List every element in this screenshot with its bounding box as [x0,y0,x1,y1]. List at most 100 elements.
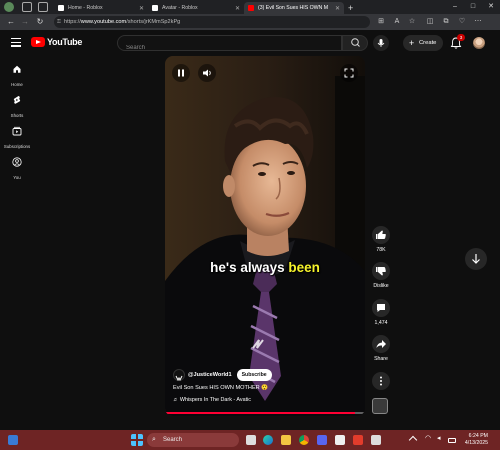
more-menu-icon[interactable]: ⋯ [473,17,483,27]
fullscreen-button[interactable] [340,64,358,82]
channel-avatar[interactable] [173,369,185,382]
channel-name[interactable]: @JusticeWorld1 [188,372,232,378]
pause-button[interactable] [172,64,190,82]
lock-icon: ⚿ [57,19,61,25]
thumbs-down-icon [376,267,386,276]
sound-thumbnail[interactable] [372,398,388,414]
widgets-icon[interactable] [8,435,18,445]
sidebar-item-label: You [13,175,21,180]
extensions-icon[interactable]: ⧉ [441,17,451,27]
youtube-play-icon [31,37,45,47]
install-app-icon[interactable]: ⊞ [376,17,386,27]
menu-icon[interactable] [11,38,21,47]
maximize-button[interactable]: □ [464,0,482,14]
create-button[interactable]: + Create [403,35,443,51]
video-frame [165,56,365,416]
reload-button[interactable]: ↻ [34,16,46,28]
roblox-icon[interactable] [353,435,363,445]
caption-highlight: been [288,260,320,275]
search-button[interactable] [342,35,368,51]
video-progress-bar[interactable] [165,412,365,414]
address-bar-row: ← → ↻ ⚿ https://www.youtube.com/shorts/j… [0,14,500,30]
close-tab-icon[interactable]: ✕ [139,5,144,12]
chrome-icon[interactable] [299,435,309,445]
wifi-icon[interactable]: ◠ [425,434,435,444]
caption-text: he's always [210,260,289,275]
plus-icon: + [409,38,415,48]
browser-tab-strip: Home - Roblox ✕ Avatar - Roblox ✕ (3) Ev… [0,0,500,14]
share-button[interactable]: Share [369,335,393,362]
roblox-favicon-icon [152,5,158,11]
sidebar-item-label: Home [11,82,23,87]
sidebar-item-home[interactable]: Home [0,61,34,87]
close-tab-icon[interactable]: ✕ [335,5,340,12]
youtube-logo[interactable]: YouTube [31,37,82,47]
tab-home-roblox[interactable]: Home - Roblox ✕ [54,2,148,14]
taskbar-clock[interactable]: 6:24 PM 4/13/2025 [458,433,488,447]
sidebar-item-subscriptions[interactable]: Subscriptions [0,123,34,149]
tab-youtube-short[interactable]: (3) Evil Son Sues HIS OWN M ✕ [244,2,344,14]
workspaces-icon[interactable] [22,2,32,12]
account-avatar[interactable] [473,37,485,49]
more-options-button[interactable] [369,372,393,390]
shorts-video-player[interactable]: he's always been @JusticeWorld1 Subscrib… [165,56,365,416]
tab-actions-icon[interactable] [38,2,48,12]
logo-text: YouTube [47,37,83,47]
music-track[interactable]: ♬ Whispers In The Dark - Avatic [173,397,251,403]
battery-icon[interactable] [448,438,456,443]
share-icon [376,340,386,348]
windows-taskbar: ⌕ Search ◠ ◂ 6:24 PM 4/13/2025 [0,430,500,450]
taskbar-search[interactable]: ⌕ Search [147,433,239,447]
collections-icon[interactable]: ♡ [457,17,467,27]
search-icon: ⌕ [152,436,156,443]
share-label: Share [374,356,388,362]
discord-icon[interactable] [317,435,327,445]
search-box [117,35,342,55]
volume-tray-icon[interactable]: ◂ [437,434,447,444]
taskbar-search-label: Search [163,437,183,443]
close-window-button[interactable]: ✕ [482,0,500,14]
sidebar-item-label: Shorts [10,113,24,118]
file-explorer-icon[interactable] [281,435,291,445]
video-title[interactable]: Evil Son Sues HIS OWN MOTHER 😲 [173,385,268,391]
dislike-circle [372,262,390,280]
tab-avatar-roblox[interactable]: Avatar - Roblox ✕ [148,2,244,14]
sidebar-item-label: Subscriptions [3,144,31,149]
sidebar-item-you[interactable]: You [0,154,34,180]
edge-browser-icon[interactable] [263,435,273,445]
task-view-icon[interactable] [246,435,256,445]
split-screen-icon[interactable]: ◫ [425,17,435,27]
start-button[interactable] [131,434,143,446]
read-aloud-icon[interactable]: A [392,17,402,27]
url-field[interactable]: ⚿ https://www.youtube.com/shorts/jrKMmSp… [54,16,370,28]
app-icon[interactable] [371,435,381,445]
comments-button[interactable]: 1,474 [369,299,393,326]
volume-button[interactable] [198,64,216,82]
more-vertical-icon [380,376,382,386]
subscribe-button[interactable]: Subscribe [236,369,272,381]
sidebar-item-shorts[interactable]: Shorts [0,92,34,118]
next-video-button[interactable] [465,248,487,270]
profile-icon[interactable] [4,2,14,12]
voice-search-button[interactable] [373,35,389,51]
tab-label: (3) Evil Son Sues HIS OWN M [258,5,329,11]
tab-label: Avatar - Roblox [162,5,198,11]
back-button[interactable]: ← [5,16,17,28]
clock-date: 4/13/2025 [464,440,488,446]
minimize-button[interactable]: – [446,0,464,14]
comments-circle [372,299,390,317]
dislike-button[interactable]: Dislike [369,262,393,289]
tray-overflow-icon[interactable] [408,435,418,445]
search-input[interactable] [126,41,326,55]
channel-logo-icon [175,375,183,382]
store-icon[interactable] [335,435,345,445]
new-tab-button[interactable]: + [344,2,357,14]
close-tab-icon[interactable]: ✕ [235,5,240,12]
forward-button[interactable]: → [19,16,31,28]
like-button[interactable]: 78K [369,226,393,253]
pause-icon [178,69,184,77]
favorite-star-icon[interactable]: ☆ [407,17,417,27]
subscriptions-icon [12,126,22,136]
url-path: /shorts/jrKMmSp2kPg [126,19,181,25]
arrow-down-icon [472,254,480,264]
